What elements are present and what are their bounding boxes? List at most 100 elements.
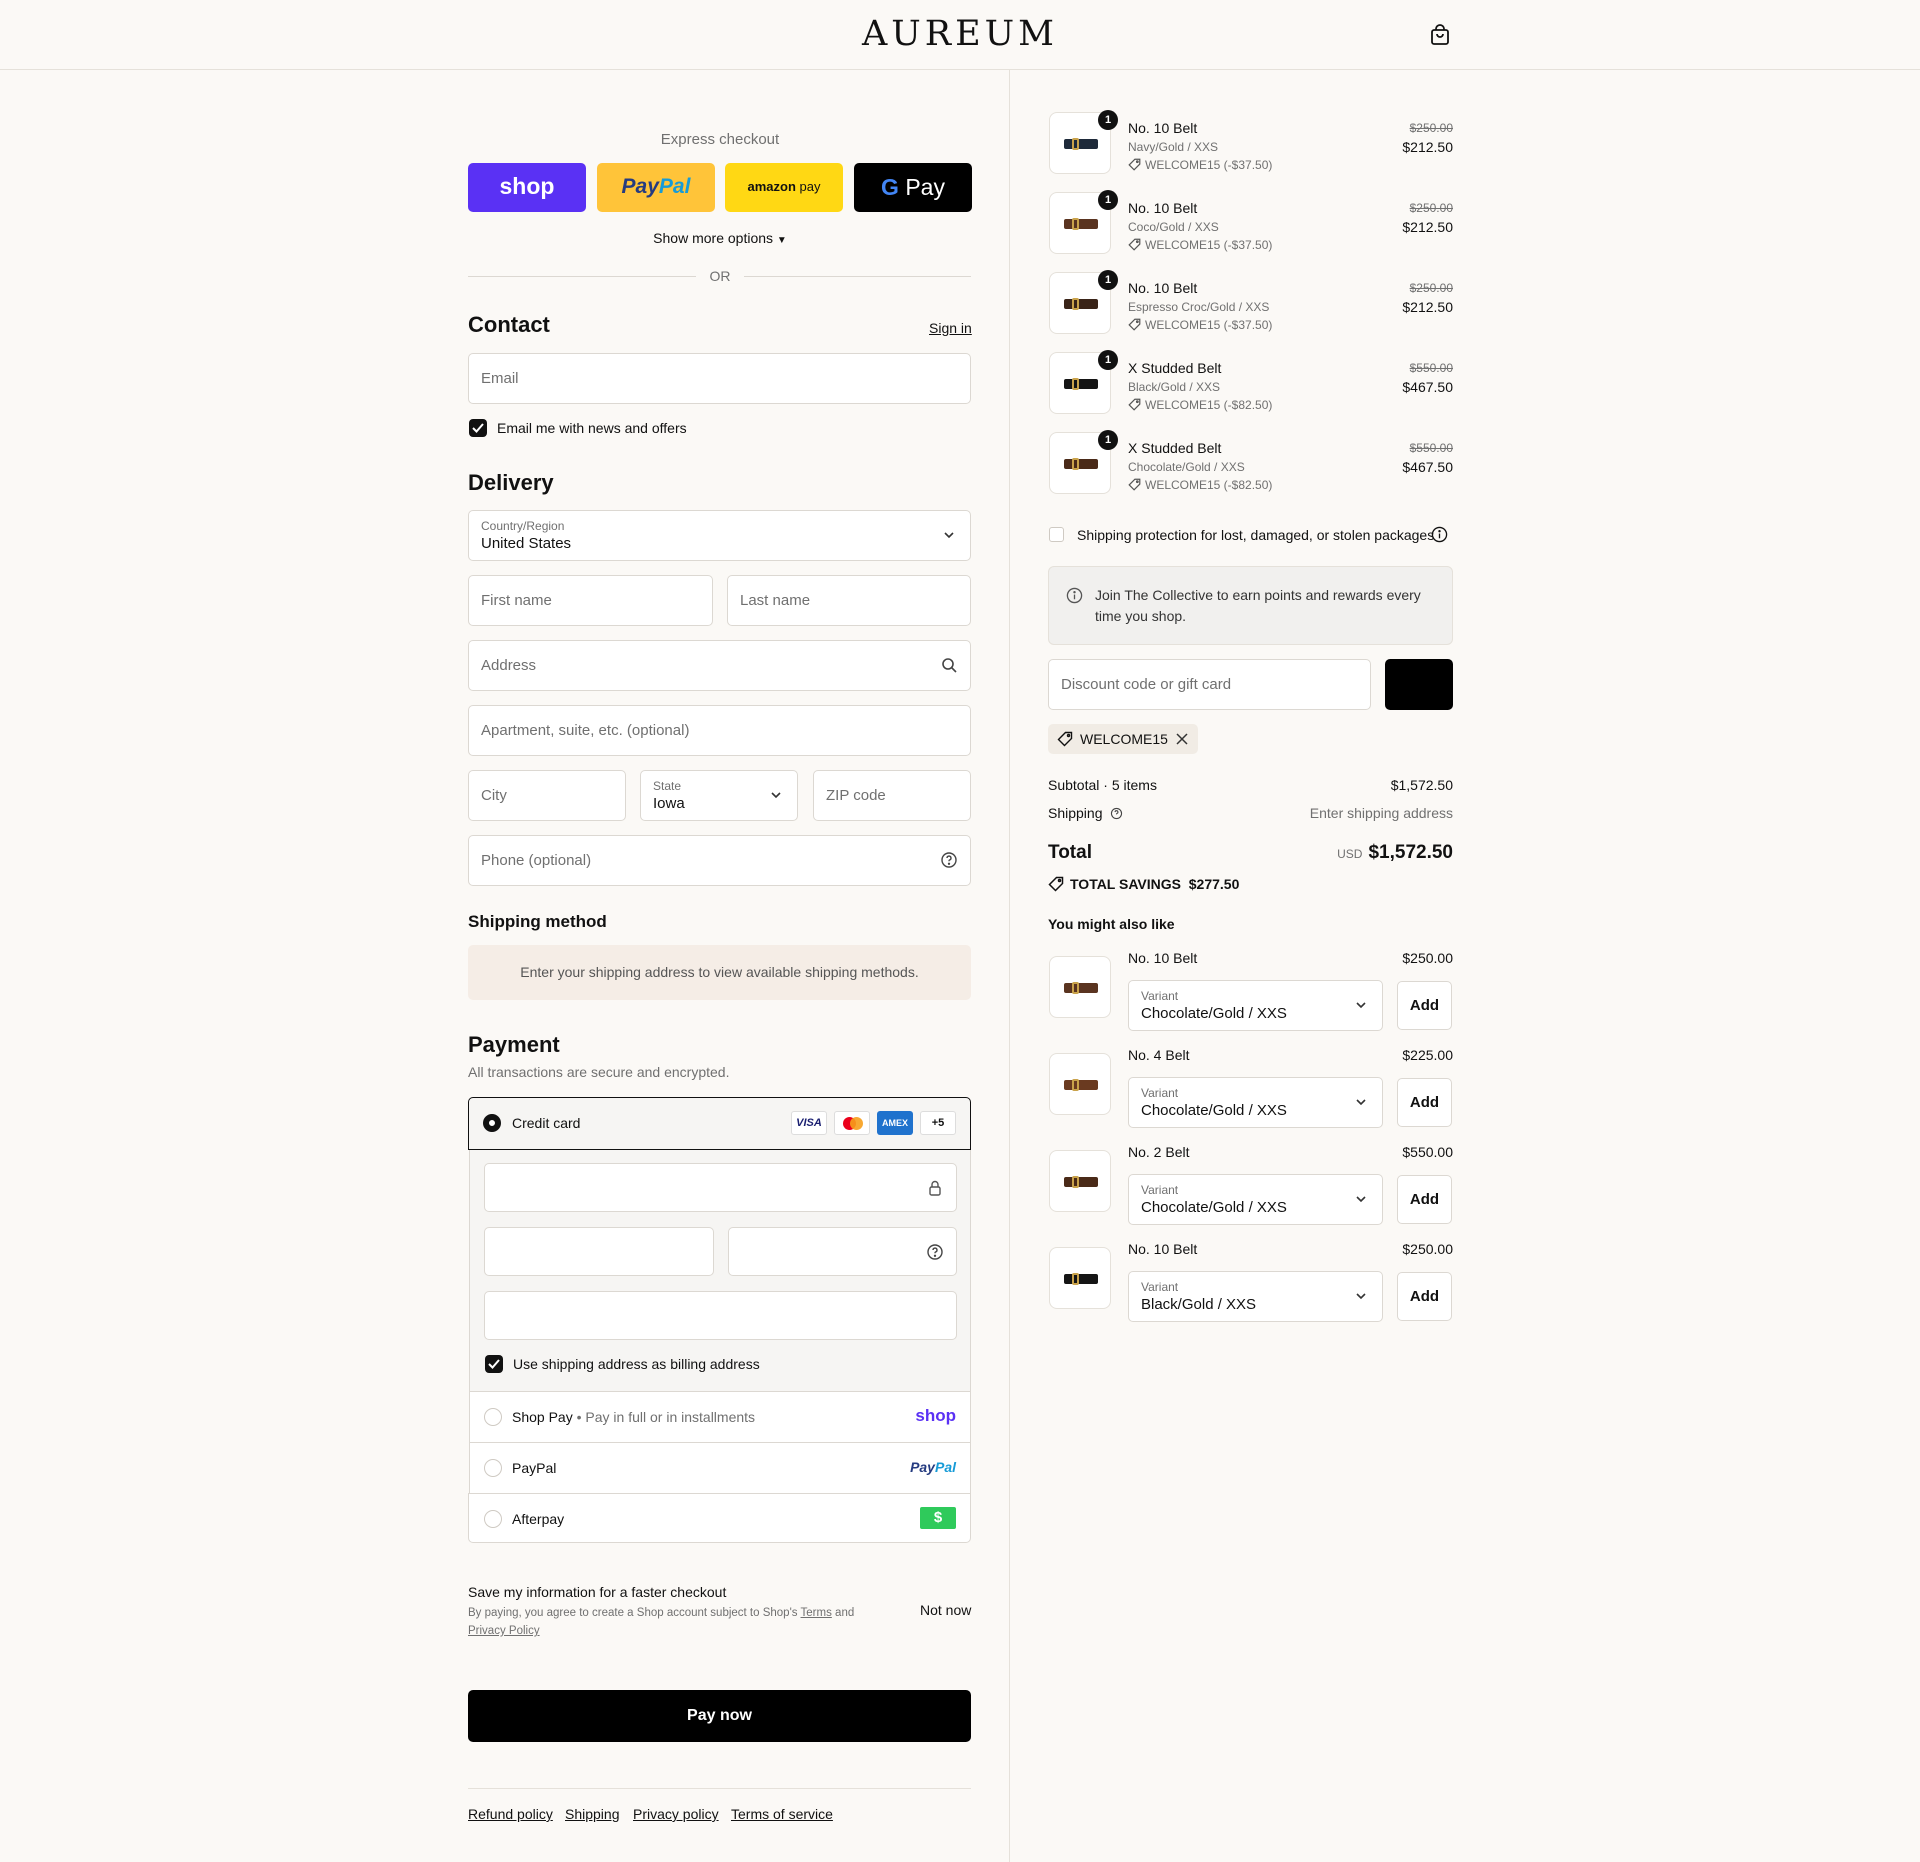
not-now-button[interactable]: Not now	[920, 1602, 971, 1618]
footer-divider	[468, 1788, 971, 1789]
recommendation-name: No. 10 Belt	[1128, 1241, 1198, 1257]
city-field[interactable]: City	[468, 770, 626, 821]
recommendation-variant-select[interactable]: Variant Chocolate/Gold / XXS	[1128, 980, 1383, 1031]
chevron-down-icon	[1356, 1196, 1366, 1203]
item-name: X Studded Belt	[1128, 360, 1222, 376]
refund-policy-link[interactable]: Refund policy	[468, 1806, 553, 1822]
add-recommendation-button[interactable]: Add	[1397, 1272, 1452, 1321]
terms-link[interactable]: Terms	[801, 1607, 832, 1619]
tag-icon	[1128, 318, 1141, 331]
shipping-label: Shipping	[1048, 805, 1123, 821]
delivery-heading: Delivery	[468, 470, 554, 495]
afterpay-option[interactable]: Afterpay $	[468, 1493, 971, 1543]
total-value: USD $1,572.50	[1337, 842, 1453, 863]
google-pay-logo: G Pay	[881, 174, 945, 200]
recommendation-thumbnail	[1049, 1053, 1111, 1115]
shopping-bag-icon[interactable]	[1430, 24, 1450, 46]
name-on-card-field[interactable]	[484, 1291, 957, 1340]
item-name: No. 10 Belt	[1128, 200, 1198, 216]
paypal-logo: PayPal	[621, 175, 691, 198]
brand-logo[interactable]: AUREUM	[0, 14, 1920, 54]
zip-field[interactable]: ZIP code	[813, 770, 971, 821]
item-name: X Studded Belt	[1128, 440, 1222, 456]
shop-pay-logo: shop	[499, 173, 555, 199]
or-divider-right	[744, 276, 971, 277]
contact-heading: Contact	[468, 312, 550, 337]
item-original-price: $250.00	[1409, 121, 1453, 135]
subtotal-label: Subtotal · 5 items	[1048, 777, 1157, 793]
tag-icon	[1128, 478, 1141, 491]
recommendation-thumbnail	[1049, 956, 1111, 1018]
amazon-pay-button[interactable]: amazon pay	[725, 163, 843, 212]
add-recommendation-button[interactable]: Add	[1397, 1078, 1452, 1127]
shop-pay-option[interactable]: Shop Pay • Pay in full or in installment…	[469, 1391, 971, 1442]
add-recommendation-button[interactable]: Add	[1397, 1175, 1452, 1224]
lock-icon	[929, 1180, 941, 1196]
credit-card-radio[interactable]	[483, 1114, 501, 1132]
item-discount: WELCOME15 (-$82.50)	[1128, 478, 1272, 492]
recommendations-heading: You might also like	[1048, 916, 1175, 932]
info-icon[interactable]	[1431, 526, 1448, 543]
item-variant: Chocolate/Gold / XXS	[1128, 460, 1245, 474]
recommendation-variant-select[interactable]: Variant Chocolate/Gold / XXS	[1128, 1077, 1383, 1128]
recommendation-price: $550.00	[1402, 1144, 1453, 1160]
card-number-field[interactable]	[484, 1163, 957, 1212]
tag-icon	[1128, 238, 1141, 251]
paypal-button[interactable]: PayPal	[597, 163, 715, 212]
google-pay-button[interactable]: G Pay	[854, 163, 972, 212]
security-code-field[interactable]	[728, 1227, 957, 1276]
afterpay-radio[interactable]	[484, 1510, 502, 1528]
first-name-field[interactable]: First name	[468, 575, 713, 626]
shipping-policy-link[interactable]: Shipping	[565, 1806, 620, 1822]
sign-in-link[interactable]: Sign in	[929, 320, 972, 336]
shipping-value: Enter shipping address	[1309, 805, 1453, 821]
quantity-badge: 1	[1098, 270, 1118, 290]
phone-field[interactable]: Phone (optional)	[468, 835, 971, 886]
address-field[interactable]: Address	[468, 640, 971, 691]
shipping-protection-label: Shipping protection for lost, damaged, o…	[1077, 527, 1435, 543]
recommendation-variant-select[interactable]: Variant Chocolate/Gold / XXS	[1128, 1174, 1383, 1225]
payment-subtitle: All transactions are secure and encrypte…	[468, 1064, 730, 1080]
discount-code-field[interactable]: Discount code or gift card	[1048, 659, 1371, 710]
chevron-down-icon	[944, 532, 954, 539]
last-name-field[interactable]: Last name	[727, 575, 971, 626]
expiration-field[interactable]	[484, 1227, 714, 1276]
pay-now-button[interactable]: Pay now	[468, 1690, 971, 1742]
quantity-badge: 1	[1098, 110, 1118, 130]
afterpay-label: Afterpay	[512, 1511, 565, 1527]
show-more-options-button[interactable]: Show more options ▼	[469, 230, 971, 246]
express-checkout-title: Express checkout	[660, 131, 780, 148]
shipping-method-notice: Enter your shipping address to view avai…	[468, 945, 971, 1000]
add-recommendation-button[interactable]: Add	[1397, 981, 1452, 1030]
news-checkbox[interactable]	[469, 419, 487, 437]
credit-card-option[interactable]: Credit card VISA AMEX +5	[468, 1097, 971, 1150]
apply-discount-button[interactable]	[1385, 659, 1453, 710]
tag-icon	[1048, 876, 1064, 892]
afterpay-logo: $	[920, 1507, 956, 1529]
recommendation-thumbnail	[1049, 1150, 1111, 1212]
item-variant: Coco/Gold / XXS	[1128, 220, 1219, 234]
billing-checkbox[interactable]	[485, 1355, 503, 1373]
help-icon	[1111, 807, 1123, 820]
shipping-protection-checkbox[interactable]	[1049, 527, 1064, 542]
close-icon[interactable]	[1175, 732, 1189, 746]
item-price: $212.50	[1402, 139, 1453, 155]
country-select[interactable]: Country/Region United States	[468, 510, 971, 561]
item-discount: WELCOME15 (-$37.50)	[1128, 158, 1272, 172]
shop-pay-button[interactable]: shop	[468, 163, 586, 212]
apartment-field[interactable]: Apartment, suite, etc. (optional)	[468, 705, 971, 756]
item-price: $212.50	[1402, 219, 1453, 235]
email-field[interactable]: Email	[468, 353, 971, 404]
paypal-option[interactable]: PayPal PayPal	[469, 1442, 971, 1493]
recommendation-variant-select[interactable]: Variant Black/Gold / XXS	[1128, 1271, 1383, 1322]
check-icon	[472, 423, 484, 433]
shop-pay-radio[interactable]	[484, 1408, 502, 1426]
privacy-policy-link[interactable]: Privacy policy	[633, 1806, 719, 1822]
state-select[interactable]: State Iowa	[640, 770, 798, 821]
item-original-price: $250.00	[1409, 201, 1453, 215]
privacy-policy-link[interactable]: Privacy Policy	[468, 1625, 540, 1637]
terms-of-service-link[interactable]: Terms of service	[731, 1806, 833, 1822]
paypal-radio[interactable]	[484, 1459, 502, 1477]
applied-discount-tag: WELCOME15	[1048, 724, 1198, 754]
or-divider-left	[468, 276, 696, 277]
